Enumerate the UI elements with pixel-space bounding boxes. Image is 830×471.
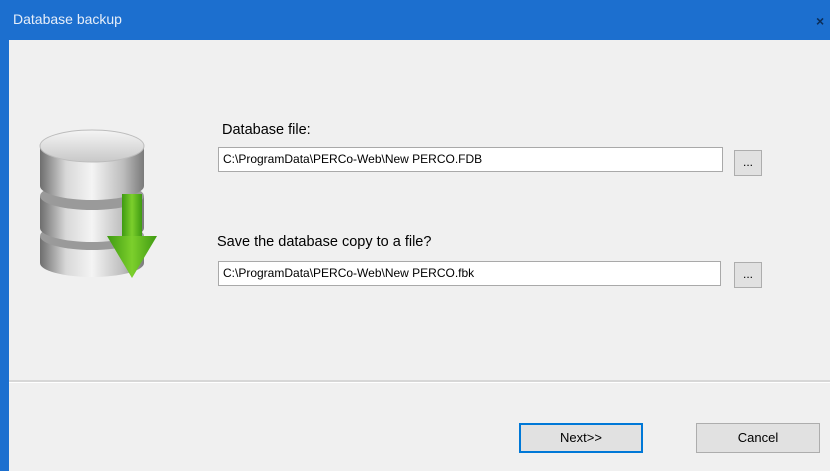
database-file-label: Database file: [222, 122, 311, 138]
database-file-browse-button[interactable]: ... [734, 150, 762, 176]
backup-file-label: Save the database copy to a file? [217, 234, 432, 250]
database-file-input[interactable]: C:\ProgramData\PERCo-Web\New PERCO.FDB [218, 147, 723, 172]
window-title: Database backup [13, 11, 122, 27]
close-button[interactable]: × [816, 11, 830, 31]
footer-separator [9, 380, 830, 383]
next-button[interactable]: Next>> [519, 423, 643, 453]
title-bar[interactable]: Database backup × [0, 0, 830, 40]
backup-file-input[interactable]: C:\ProgramData\PERCo-Web\New PERCO.fbk [218, 261, 721, 286]
backup-file-browse-button[interactable]: ... [734, 262, 762, 288]
database-download-icon [35, 118, 170, 288]
cancel-button[interactable]: Cancel [696, 423, 820, 453]
